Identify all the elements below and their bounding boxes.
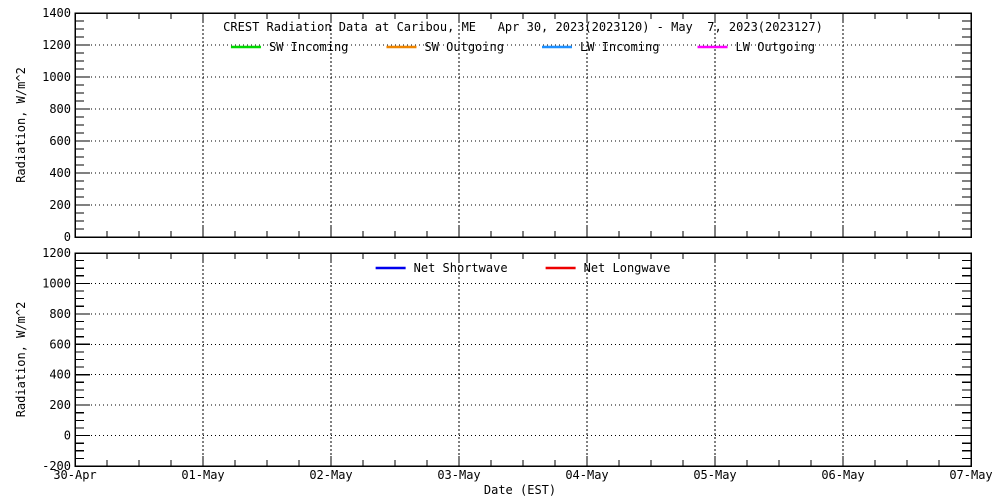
x-tick-label: 04-May [565,468,608,482]
x-tick-label: 30-Apr [53,468,96,482]
legend-item-lw-incoming: LW Incoming [542,40,659,54]
x-tick-label: 03-May [437,468,480,482]
legend-label: Net Shortwave [414,261,508,275]
legend-label: SW Incoming [269,40,348,54]
legend-label: LW Incoming [580,40,659,54]
legend-item-sw-incoming: SW Incoming [231,40,348,54]
chart: 0 200 400 600 800 1000 1200 1400 Radiation, W/m^… [0,0,1000,500]
x-tick-label: 06-May [821,468,864,482]
y-tick-label: 1200 [42,246,71,260]
axis-ticks [75,253,971,466]
y-tick-label: 800 [49,102,71,116]
x-tick-labels: 30-Apr 01-May 02-May 03-May 04-May 05-May 06-M… [53,468,992,482]
legend-item-sw-outgoing: SW Outgoing [386,40,503,54]
y-tick-label: 800 [49,307,71,321]
x-axis-label: Date (EST) [484,483,556,497]
plot-frame [75,253,971,466]
y-tick-labels: 0 200 400 600 800 1000 1200 1400 [42,6,71,244]
y-tick-label: 0 [64,230,71,244]
y-tick-label: 400 [49,368,71,382]
y-tick-label: 600 [49,134,71,148]
x-tick-label: 07-May [949,468,992,482]
y-tick-label: 1000 [42,70,71,84]
legend-item-net-longwave: Net Longwave [546,261,671,275]
panel-net-radiation: -200020040060080010001200Radiation, W/m^… [14,246,993,497]
y-tick-label: 600 [49,337,71,351]
y-axis-label: Radiation, W/m^2 [14,302,28,418]
axis-ticks [75,13,971,237]
legend-label: SW Outgoing [424,40,503,54]
x-tick-label: 01-May [181,468,224,482]
gridlines [75,253,971,466]
y-tick-label: 200 [49,198,71,212]
legend: Net Shortwave Net Longwave [376,261,671,275]
y-tick-label: 400 [49,166,71,180]
gridlines [75,13,971,237]
legend-item-net-shortwave: Net Shortwave [376,261,508,275]
y-tick-label: 1200 [42,38,71,52]
y-tick-label: 0 [64,429,71,443]
chart-title: CREST Radiation Data at Caribou, ME Apr … [223,20,823,34]
y-tick-label: 1400 [42,6,71,20]
y-tick-label: 200 [49,398,71,412]
panel-radiation-components: 0 200 400 600 800 1000 1200 1400 Radiation, W/m^… [14,6,971,244]
legend-label: LW Outgoing [736,40,815,54]
y-tick-label: 1000 [42,276,71,290]
x-tick-label: 02-May [309,468,352,482]
y-axis-label: Radiation, W/m^2 [14,67,28,183]
y-tick-labels: -200020040060080010001200 [42,246,71,473]
x-tick-label: 05-May [693,468,736,482]
radiation-chart-canvas: 0 200 400 600 800 1000 1200 1400 Radiation, W/m^… [0,0,1000,500]
legend-label: Net Longwave [584,261,671,275]
plot-frame [75,13,971,237]
legend: SW Incoming SW Outgoing LW Incoming LW Outg… [231,40,815,54]
